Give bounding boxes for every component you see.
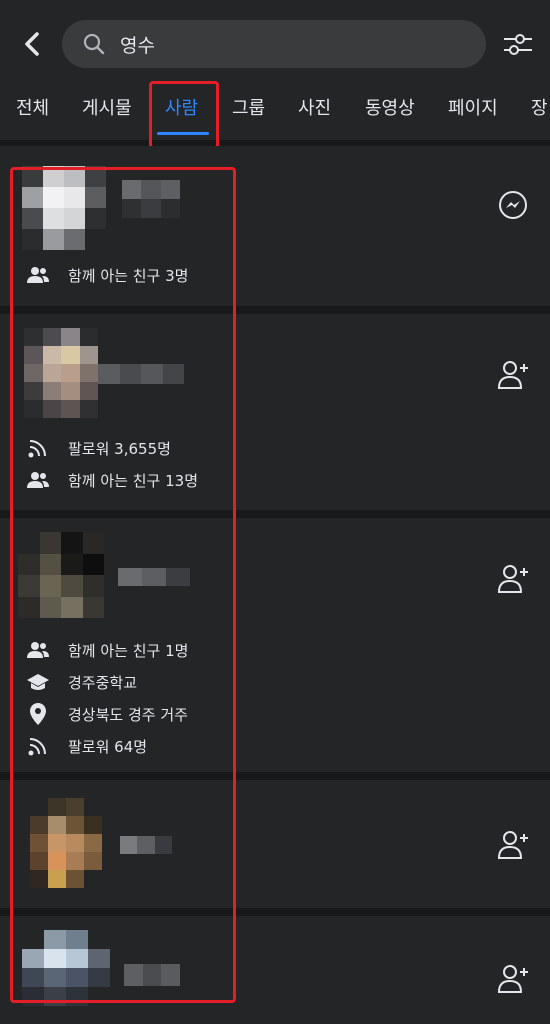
filter-sliders-icon bbox=[504, 34, 532, 55]
info-row: 경주중학교 bbox=[26, 670, 137, 694]
tab-places[interactable]: 장 bbox=[531, 94, 548, 120]
info-row: 팔로워 3,655명 bbox=[26, 436, 171, 460]
tab-all[interactable]: 전체 bbox=[16, 94, 49, 120]
person-result[interactable]: 함께 아는 친구 1명 경주중학교 경상북도 경주 거주 팔로워 64명 bbox=[0, 518, 550, 772]
search-icon bbox=[82, 32, 106, 56]
info-row: 함께 아는 친구 13명 bbox=[26, 468, 198, 492]
search-bar[interactable] bbox=[62, 20, 486, 68]
add-friend-button[interactable] bbox=[494, 560, 532, 598]
person-result[interactable] bbox=[0, 780, 550, 908]
mutual-friends-text: 함께 아는 친구 3명 bbox=[68, 266, 189, 285]
info-row: 팔로워 64명 bbox=[26, 734, 147, 758]
avatar[interactable] bbox=[24, 328, 98, 418]
search-tabs: 전체 게시물 사람 그룹 사진 동영상 페이지 장 bbox=[0, 88, 550, 140]
follow-feed-icon bbox=[26, 436, 50, 460]
tab-groups[interactable]: 그룹 bbox=[232, 94, 265, 120]
add-friend-button[interactable] bbox=[494, 826, 532, 864]
location-pin-icon bbox=[26, 702, 50, 726]
graduation-cap-icon bbox=[26, 670, 50, 694]
add-friend-icon bbox=[497, 565, 528, 593]
info-row: 경상북도 경주 거주 bbox=[26, 702, 188, 726]
followers-text: 팔로워 64명 bbox=[68, 737, 148, 756]
avatar[interactable] bbox=[22, 166, 106, 250]
name-pixelated[interactable] bbox=[122, 180, 180, 218]
mutual-friends-text: 함께 아는 친구 13명 bbox=[68, 471, 198, 490]
add-friend-button[interactable] bbox=[494, 356, 532, 394]
tab-people[interactable]: 사람 bbox=[165, 94, 198, 120]
name-pixelated[interactable] bbox=[120, 836, 172, 854]
follow-feed-icon bbox=[26, 734, 50, 758]
tab-videos[interactable]: 동영상 bbox=[365, 94, 415, 120]
mutual-friends-icon bbox=[26, 263, 50, 287]
message-button[interactable] bbox=[494, 186, 532, 224]
person-result[interactable]: 팔로워 3,655명 함께 아는 친구 13명 bbox=[0, 314, 550, 510]
filter-button[interactable] bbox=[500, 26, 536, 62]
info-row: 함께 아는 친구 3명 bbox=[26, 263, 188, 287]
add-friend-button[interactable] bbox=[494, 960, 532, 998]
active-tab-indicator bbox=[157, 132, 209, 135]
top-bar bbox=[0, 0, 550, 88]
add-friend-icon bbox=[497, 831, 528, 859]
person-result[interactable] bbox=[0, 916, 550, 1024]
avatar[interactable] bbox=[30, 798, 102, 888]
tab-posts[interactable]: 게시물 bbox=[82, 94, 132, 120]
name-pixelated[interactable] bbox=[98, 364, 184, 384]
info-row: 함께 아는 친구 1명 bbox=[26, 638, 188, 662]
avatar[interactable] bbox=[18, 532, 104, 618]
mutual-friends-text: 함께 아는 친구 1명 bbox=[68, 641, 189, 660]
search-input[interactable] bbox=[118, 32, 486, 56]
person-result[interactable]: 함께 아는 친구 3명 bbox=[0, 146, 550, 306]
school-text: 경주중학교 bbox=[68, 673, 138, 692]
messenger-icon bbox=[499, 191, 527, 219]
add-friend-icon bbox=[497, 965, 528, 993]
avatar[interactable] bbox=[22, 930, 110, 1006]
location-text: 경상북도 경주 거주 bbox=[68, 705, 188, 724]
back-button[interactable] bbox=[14, 26, 50, 62]
name-pixelated[interactable] bbox=[124, 964, 180, 986]
followers-text: 팔로워 3,655명 bbox=[68, 439, 171, 458]
name-pixelated[interactable] bbox=[118, 568, 190, 586]
mutual-friends-icon bbox=[26, 638, 50, 662]
mutual-friends-icon bbox=[26, 468, 50, 492]
add-friend-icon bbox=[497, 361, 528, 389]
tab-photos[interactable]: 사진 bbox=[298, 94, 331, 120]
back-arrow-icon bbox=[25, 32, 39, 56]
tab-pages[interactable]: 페이지 bbox=[448, 94, 498, 120]
